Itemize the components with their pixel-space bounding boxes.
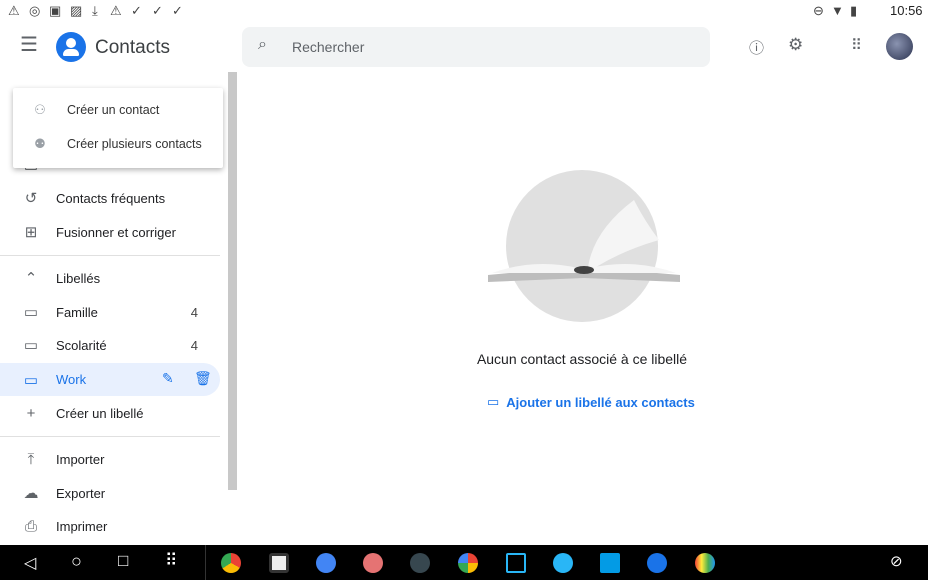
divider	[0, 436, 220, 437]
settings-icon[interactable]: ⚙	[788, 35, 803, 55]
app-icon[interactable]	[695, 553, 715, 573]
photos-app-icon[interactable]	[458, 553, 478, 573]
download-icon: ⤓	[92, 3, 98, 18]
menu-icon[interactable]: ☰	[20, 32, 38, 57]
app-icon[interactable]	[269, 553, 289, 573]
empty-illustration	[488, 170, 680, 322]
sidebar-label-scolarite[interactable]: ▭ Scolarité 4	[0, 329, 220, 361]
label-icon: ▭	[23, 304, 39, 321]
check-icon: ✓	[131, 3, 142, 18]
print-icon: ⎙	[24, 517, 37, 535]
app-icon[interactable]	[553, 553, 573, 573]
search-input[interactable]: ⌕ Rechercher	[242, 27, 710, 67]
contacts-app-icon[interactable]	[647, 553, 667, 573]
check-icon: ✓	[172, 3, 183, 18]
app-icon[interactable]	[506, 553, 526, 573]
home-icon[interactable]: ○	[71, 551, 82, 572]
status-bar: ⚠ ◎ ▣ ▨ ⤓ ⚠ ✓ ✓ ✓ ⊖ ▼ ▮ 10:56	[0, 0, 928, 22]
people-icon: ⚉	[34, 136, 46, 151]
menu-item-create-multiple[interactable]: ⚉ Créer plusieurs contacts	[13, 127, 223, 161]
person-icon: ⚇	[34, 102, 46, 117]
empty-message: Aucun contact associé à ce libellé	[476, 351, 688, 367]
label-icon: ▭	[23, 337, 39, 354]
youtube-icon: ▣	[49, 3, 62, 18]
menu-item-create-contact[interactable]: ⚇ Créer un contact	[13, 93, 223, 127]
sidebar-item-print[interactable]: ⎙ Imprimer	[0, 510, 220, 542]
sidebar-item-merge[interactable]: ⊞ Fusionner et corriger	[0, 216, 220, 248]
help-icon[interactable]: ⓘ	[749, 37, 764, 58]
search-placeholder: Rechercher	[292, 39, 365, 55]
sidebar-item-frequent[interactable]: ↺ Contacts fréquents	[0, 182, 220, 214]
app-icon[interactable]	[316, 553, 336, 573]
label-icon: ▭	[487, 394, 500, 409]
labels-toggle[interactable]: ⌃ Libellés	[0, 262, 220, 294]
merge-icon: ⊞	[24, 224, 38, 241]
plus-icon: +	[26, 404, 36, 422]
avatar[interactable]	[886, 33, 913, 60]
speed-icon[interactable]: ⊘	[890, 552, 903, 570]
sidebar-item-export[interactable]: ☁ Exporter	[0, 477, 220, 509]
app-icon[interactable]	[600, 553, 620, 573]
label-icon: ▭	[23, 371, 39, 389]
upload-icon: ⤒	[27, 450, 35, 468]
recents-icon[interactable]: □	[118, 551, 128, 571]
image-icon: ▨	[70, 3, 83, 18]
settings-app-icon[interactable]	[363, 553, 383, 573]
wifi-icon: ▼	[831, 3, 844, 18]
warning-icon: ⚠	[8, 3, 20, 18]
sidebar-scrollbar[interactable]	[228, 72, 237, 490]
sidebar-label-work[interactable]: ▭ Work ✎ 🗑	[0, 363, 220, 396]
create-label-button[interactable]: + Créer un libellé	[0, 397, 220, 429]
dnd-icon: ⊖	[813, 3, 824, 18]
chevron-up-icon: ⌃	[24, 270, 38, 287]
add-label-link[interactable]: ▭ Ajouter un libellé aux contacts	[487, 394, 695, 410]
app-title: Contacts	[95, 37, 170, 58]
history-icon: ↺	[24, 190, 38, 207]
apps-grid-icon[interactable]: ⠿	[851, 36, 862, 54]
delete-icon[interactable]: 🗑	[194, 370, 212, 387]
clock: 10:56	[890, 3, 923, 18]
chrome-app-icon[interactable]	[221, 553, 241, 573]
check-icon: ✓	[152, 3, 163, 18]
sidebar-item-import[interactable]: ⤒ Importer	[0, 443, 220, 475]
divider	[0, 255, 220, 256]
battery-icon: ▮	[850, 3, 858, 18]
edit-icon[interactable]: ✎	[162, 370, 174, 387]
tasks-app-icon[interactable]	[410, 553, 430, 573]
create-menu: ⚇ Créer un contact ⚉ Créer plusieurs conta…	[13, 88, 223, 168]
warning-icon: ⚠	[110, 3, 122, 18]
contacts-logo-icon	[56, 32, 86, 62]
sidebar-label-famille[interactable]: ▭ Famille 4	[0, 296, 220, 328]
back-icon[interactable]: ◁	[24, 553, 36, 573]
chrome-icon: ◎	[29, 3, 41, 18]
search-icon: ⌕	[258, 36, 267, 53]
cloud-download-icon: ☁	[23, 485, 39, 502]
app-drawer-icon[interactable]: ⠿	[165, 551, 177, 571]
